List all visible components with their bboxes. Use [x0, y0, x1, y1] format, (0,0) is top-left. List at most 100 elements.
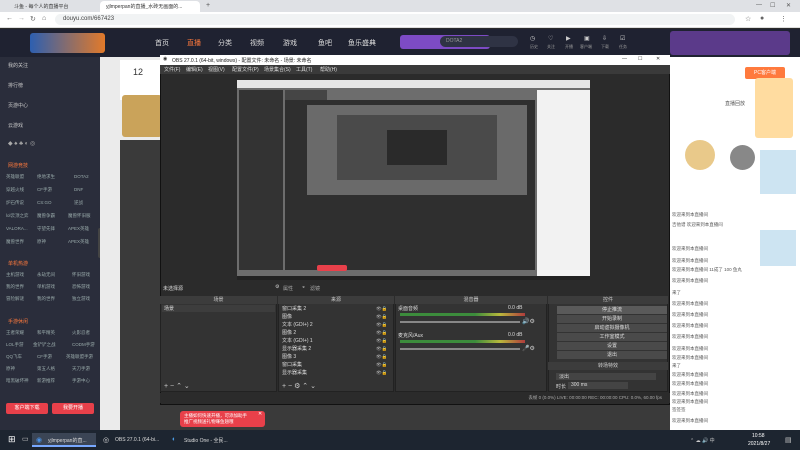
sidebar-item-webgame[interactable]: 页游中心 — [8, 102, 28, 109]
profile-icon[interactable]: ● — [760, 15, 764, 22]
site-logo[interactable] — [30, 33, 105, 53]
replay-link[interactable]: 直播回放 — [725, 100, 745, 107]
mixer-desktop-slider[interactable] — [400, 321, 520, 323]
game-link[interactable]: 逆战 — [74, 200, 83, 206]
sidebar-item-follow[interactable]: 我的关注 — [8, 62, 28, 69]
settings-button[interactable]: 设置 — [557, 342, 667, 350]
game-link[interactable]: 手游中心 — [72, 378, 90, 384]
properties-button[interactable]: 属性 — [283, 285, 293, 292]
game-link[interactable]: DNF — [74, 187, 83, 192]
game-link[interactable]: 穿越火线 — [6, 187, 24, 193]
source-item[interactable]: 显示器采集 2 — [282, 345, 311, 352]
game-link[interactable]: 火影忍者 — [72, 330, 90, 336]
broadcast-icon[interactable]: ▶ — [566, 35, 571, 42]
client-icon[interactable]: ▣ — [584, 35, 590, 42]
follow-icon[interactable]: ♡ — [548, 35, 553, 42]
history-icon[interactable]: ◷ — [530, 35, 535, 42]
obs-preview[interactable] — [237, 80, 590, 276]
download-icon[interactable]: ⇩ — [602, 35, 607, 42]
streamer-avatar[interactable] — [122, 95, 162, 137]
source-item[interactable]: 图像 — [282, 313, 292, 320]
source-item[interactable]: 图像 3 — [282, 353, 296, 360]
obs-menu-view[interactable]: 视图(V) — [208, 66, 225, 73]
game-link[interactable]: 金铲铲之战 — [33, 342, 56, 348]
game-link[interactable]: 魔兽世界 — [6, 239, 24, 245]
game-link[interactable]: lol云顶之弈 — [6, 213, 29, 219]
search-input[interactable]: DOTA2 — [440, 36, 518, 47]
duration-input[interactable]: 300 ms — [568, 382, 628, 389]
obs-menu-scene-collection[interactable]: 场景集合(S) — [264, 66, 291, 73]
game-link[interactable]: 独立游戏 — [72, 296, 90, 302]
obs-menu-help[interactable]: 帮助(H) — [320, 66, 337, 73]
game-link[interactable]: 第五人格 — [37, 366, 55, 372]
game-link[interactable]: DOTA2 — [74, 174, 89, 179]
scene-item[interactable]: 场景 — [162, 305, 275, 312]
filter-icon[interactable]: ◒ — [302, 284, 305, 290]
close-icon[interactable]: ✕ — [786, 2, 791, 9]
exit-button[interactable]: 退出 — [557, 351, 667, 359]
sidebar-item-rank[interactable]: 排行榜 — [8, 82, 23, 89]
nav-home[interactable]: 首页 — [155, 38, 169, 48]
game-link[interactable]: 原神 — [37, 239, 46, 245]
source-visibility-icons[interactable]: 👁🔒 👁🔒 👁🔒 👁🔒 👁🔒 👁🔒 👁🔒 👁🔒 👁🔒 — [376, 305, 387, 377]
game-link[interactable]: 炉石传说 — [6, 200, 24, 206]
nav-live[interactable]: 直播 — [187, 38, 201, 48]
game-link[interactable]: 单机游戏 — [37, 284, 55, 290]
back-icon[interactable]: ← — [6, 15, 13, 22]
notification-icon[interactable]: ▤ — [785, 436, 792, 444]
task-icon[interactable]: ☑ — [620, 35, 625, 42]
speaker-icon[interactable]: 🔊⚙ — [522, 318, 535, 325]
game-link[interactable]: 英雄联盟手游 — [66, 354, 93, 360]
nav-fish-festival[interactable]: 鱼乐盛典 — [348, 38, 376, 48]
tray-icons[interactable]: ⌃ ☁ 🔊 中 — [690, 437, 715, 444]
game-link[interactable]: CS:GO — [37, 200, 52, 205]
home-icon[interactable]: ⌂ — [42, 15, 46, 22]
add-scene-icon[interactable]: + − ⌃ ⌄ — [164, 382, 190, 390]
source-item[interactable]: 窗口采集 2 — [282, 305, 306, 312]
game-link[interactable]: 主机游戏 — [6, 272, 24, 278]
reload-icon[interactable]: ↻ — [30, 15, 36, 23]
event-banner[interactable] — [670, 31, 790, 55]
game-link[interactable]: 怀旧游戏 — [72, 272, 90, 278]
game-link[interactable]: LOL手游 — [6, 342, 24, 348]
obs-menu-file[interactable]: 文件(F) — [164, 66, 180, 73]
browser-tab[interactable]: 斗鱼 - 每个人的直播平台 — [8, 1, 96, 12]
source-item[interactable]: 窗口采集 — [282, 361, 302, 368]
obs-minimize-icon[interactable]: — — [622, 56, 627, 62]
source-item[interactable]: 文本 (GDI+) 1 — [282, 337, 313, 344]
game-link[interactable]: CF手游 — [37, 354, 52, 360]
address-input[interactable]: douyu.com/667423 — [55, 14, 735, 25]
source-item[interactable]: 图像 2 — [282, 329, 296, 336]
notice-close-icon[interactable]: ✕ — [258, 411, 262, 417]
game-link[interactable]: APEX英雄 — [68, 239, 89, 245]
game-link[interactable]: 我的世界 — [37, 296, 55, 302]
start-broadcast-button[interactable]: 我要开播 — [52, 403, 94, 414]
game-link[interactable]: 我的世界 — [6, 284, 24, 290]
gift-avatar-2[interactable] — [730, 145, 755, 170]
game-link[interactable]: CODM手游 — [72, 342, 95, 348]
game-link[interactable]: 冒险解谜 — [6, 296, 24, 302]
game-link[interactable]: APEX英雄 — [68, 226, 89, 232]
minimize-icon[interactable]: — — [756, 2, 762, 8]
obs-menu-tools[interactable]: 工具(T) — [296, 66, 312, 73]
gift-avatar-1[interactable] — [685, 140, 715, 170]
ad-card-2[interactable] — [760, 230, 796, 266]
mixer-mic-slider[interactable] — [400, 348, 520, 350]
obs-menu-profile[interactable]: 配置文件(P) — [232, 66, 259, 73]
ad-card[interactable] — [760, 150, 796, 194]
windows-start-icon[interactable]: ⊞ — [8, 434, 16, 445]
nav-game[interactable]: 游戏 — [283, 38, 297, 48]
game-link[interactable]: 守望先锋 — [37, 226, 55, 232]
forward-icon[interactable]: → — [18, 15, 25, 22]
transition-select[interactable]: 淡出 — [556, 373, 656, 380]
client-download-button[interactable]: 客户端下载 — [6, 403, 48, 414]
rank-badge-panel[interactable] — [755, 78, 793, 138]
game-link[interactable]: 魔兽争霸 — [37, 213, 55, 219]
task-view-icon[interactable]: ▭ — [22, 435, 29, 443]
stop-streaming-button[interactable]: 停止推流 — [557, 306, 667, 314]
game-link[interactable]: 英雄联盟 — [6, 174, 24, 180]
game-link[interactable]: 永劫无间 — [37, 272, 55, 278]
obs-menu-edit[interactable]: 编辑(E) — [186, 66, 203, 73]
game-link[interactable]: 王者荣耀 — [6, 330, 24, 336]
notice-popup[interactable]: 主播如何快速开播，可添加助手 推广视频送礼物赚鱼翅哦 — [180, 411, 265, 427]
